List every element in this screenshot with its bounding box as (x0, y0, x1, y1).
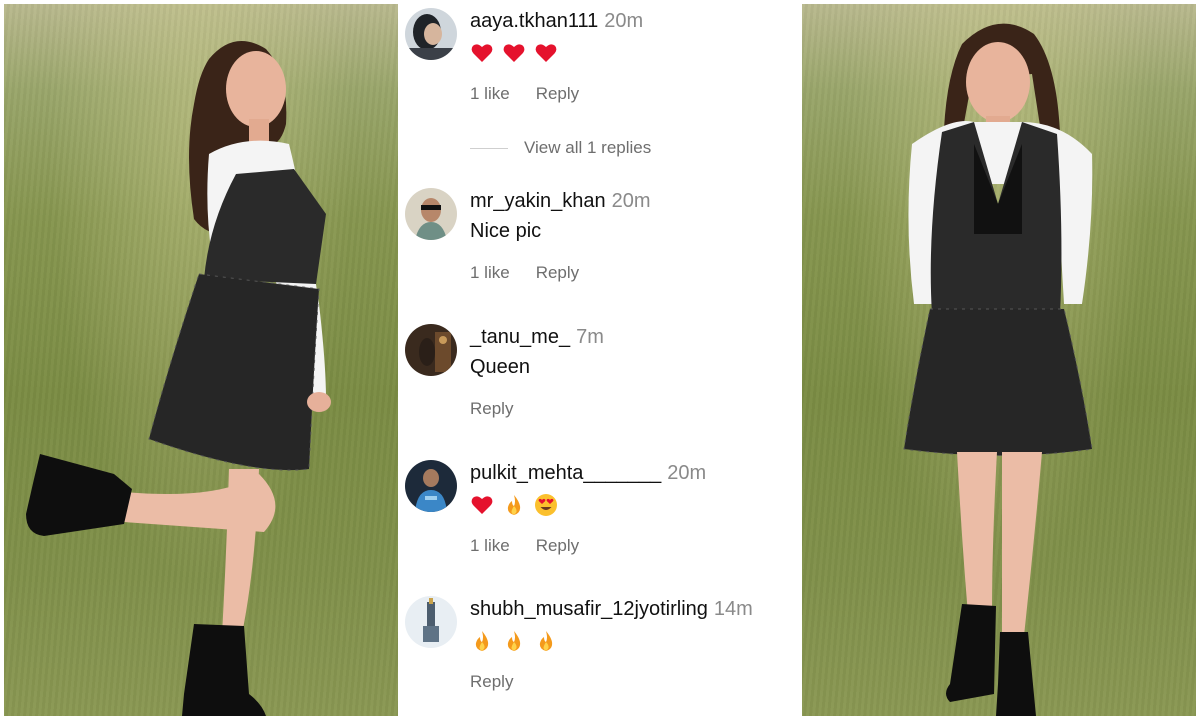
avatar[interactable] (405, 8, 457, 60)
fire-emoji-icon (507, 495, 521, 515)
reply-button[interactable]: Reply (470, 672, 513, 691)
username[interactable]: pulkit_mehta_______ (470, 462, 661, 484)
comment-actions: 1 like Reply (470, 84, 579, 104)
emoji-row (470, 490, 800, 520)
heart-emoji-icon (471, 496, 493, 514)
heart-emoji-icon (471, 44, 493, 62)
like-count[interactable]: 1 like (470, 536, 510, 555)
heart-emoji-icon (535, 44, 557, 62)
username[interactable]: mr_yakin_khan (470, 190, 606, 212)
username[interactable]: aaya.tkhan111 (470, 10, 598, 32)
woman-standing-figure (903, 23, 1093, 716)
avatar[interactable] (405, 460, 457, 512)
comment-text: Nice pic (470, 220, 542, 242)
reply-button[interactable]: Reply (470, 399, 513, 418)
replies-divider (470, 148, 508, 150)
reply-button[interactable]: Reply (536, 263, 579, 282)
comments-panel: aaya.tkhan111 20m 1 like Reply View all 1 … (400, 0, 800, 720)
reply-button[interactable]: Reply (536, 84, 579, 103)
like-count[interactable]: 1 like (470, 263, 510, 282)
username[interactable]: _tanu_me_ (470, 326, 570, 348)
photo-left (4, 4, 398, 716)
view-replies-label[interactable]: View all 1 replies (524, 138, 651, 157)
woman-posing-figure (26, 41, 331, 716)
avatar[interactable] (405, 596, 457, 648)
avatar[interactable] (405, 324, 457, 376)
comment-actions: 1 like Reply (470, 263, 579, 283)
fire-emoji-icon (507, 631, 521, 651)
fire-emoji-icon (539, 631, 553, 651)
timestamp: 7m (576, 326, 604, 348)
emoji-row (470, 38, 800, 68)
comment-actions: 1 like Reply (470, 536, 579, 556)
heart-eyes-emoji-icon (535, 494, 557, 516)
heart-emoji-icon (503, 44, 525, 62)
comment-actions: Reply (470, 399, 513, 419)
timestamp: 14m (713, 598, 753, 620)
reply-button[interactable]: Reply (536, 536, 579, 555)
view-replies-button[interactable]: View all 1 replies (470, 138, 651, 160)
timestamp: 20m (611, 190, 651, 212)
username[interactable]: shubh_musafir_12jyotirling (470, 598, 708, 620)
comment-text: Queen (470, 356, 531, 378)
like-count[interactable]: 1 like (470, 84, 510, 103)
timestamp: 20m (667, 462, 707, 484)
fire-emoji-icon (475, 631, 489, 651)
avatar[interactable] (405, 188, 457, 240)
timestamp: 20m (604, 10, 644, 32)
photo-right (802, 4, 1196, 716)
comment-actions: Reply (470, 672, 513, 692)
emoji-row (470, 626, 800, 656)
